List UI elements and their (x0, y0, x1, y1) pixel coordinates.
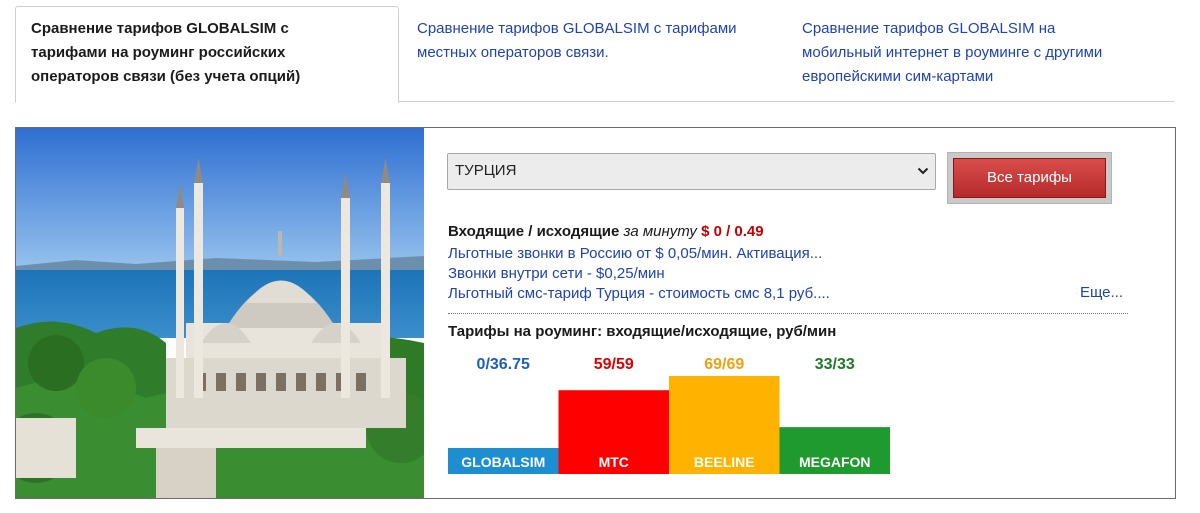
value-label-megafon: 33/33 (815, 356, 855, 373)
tariff-content: ТУРЦИЯ Все тарифы Входящие / исходящие з… (424, 128, 1175, 498)
rates-unit: за минуту (623, 223, 697, 240)
info-link-russia-calls[interactable]: Льготные звонки в Россию от $ 0,05/мин. … (448, 245, 822, 262)
bar-label-globalsim: GLOBALSIM (461, 454, 545, 470)
tab-label-line: операторов связи (без учета опций) (31, 68, 301, 85)
roaming-tariff-chart: GLOBALSIM 0/36.75 MTC 59/59 BEELINE 69/69 MEGA… (424, 338, 1175, 498)
value-label-beeline: 69/69 (704, 356, 744, 373)
info-link-sms-tariff[interactable]: Льготный смс-тариф Турция - стоимость см… (448, 285, 830, 302)
tab-mobile-internet[interactable]: Сравнение тарифов GLOBALSIM на мобильный… (802, 17, 1162, 89)
tab-roaming-russian-operators[interactable]: Сравнение тарифов GLOBALSIM с тарифами н… (15, 6, 399, 103)
bar-label-megafon: MEGAFON (799, 454, 871, 470)
call-rates: Входящие / исходящие за минуту $ 0 / 0.4… (448, 223, 764, 240)
country-select[interactable]: ТУРЦИЯ (447, 153, 936, 190)
country-select-value: ТУРЦИЯ (455, 162, 517, 179)
all-tariffs-button-frame: Все тарифы (947, 152, 1112, 204)
bar-label-mts: MTC (599, 454, 629, 470)
section-divider (448, 313, 1128, 314)
value-label-mts: 59/59 (594, 356, 634, 373)
chevron-down-icon (917, 167, 929, 175)
tab-label-line: европейскими сим-картами (802, 68, 994, 85)
country-photo (16, 128, 424, 498)
tab-label-line: местных операторов связи. (417, 44, 609, 61)
tab-label-line: мобильный интернет в роуминге с другими (802, 44, 1103, 61)
tab-label-line: тарифами на роуминг российских (31, 44, 286, 61)
rates-price: $ 0 / 0.49 (701, 223, 764, 240)
tab-label-line: Сравнение тарифов GLOBALSIM с тарифами (417, 20, 737, 37)
mosque-illustration (16, 128, 424, 498)
info-link-network-calls[interactable]: Звонки внутри сети - $0,25/мин (448, 265, 665, 282)
value-label-globalsim: 0/36.75 (477, 356, 530, 373)
tabs-bar: Сравнение тарифов GLOBALSIM с тарифами н… (15, 6, 1174, 103)
tab-label-line: Сравнение тарифов GLOBALSIM с (31, 20, 289, 37)
tab-label-line: Сравнение тарифов GLOBALSIM на (802, 20, 1056, 37)
tab-local-operators[interactable]: Сравнение тарифов GLOBALSIM с тарифами м… (417, 17, 787, 65)
bar-label-beeline: BEELINE (694, 454, 755, 470)
more-link[interactable]: Еще... (1080, 284, 1123, 301)
rates-label: Входящие / исходящие (448, 223, 620, 240)
tariff-panel: ТУРЦИЯ Все тарифы Входящие / исходящие з… (15, 127, 1176, 499)
all-tariffs-button[interactable]: Все тарифы (953, 158, 1106, 198)
roaming-chart-svg: GLOBALSIM 0/36.75 MTC 59/59 BEELINE 69/69 MEGA… (448, 356, 890, 474)
